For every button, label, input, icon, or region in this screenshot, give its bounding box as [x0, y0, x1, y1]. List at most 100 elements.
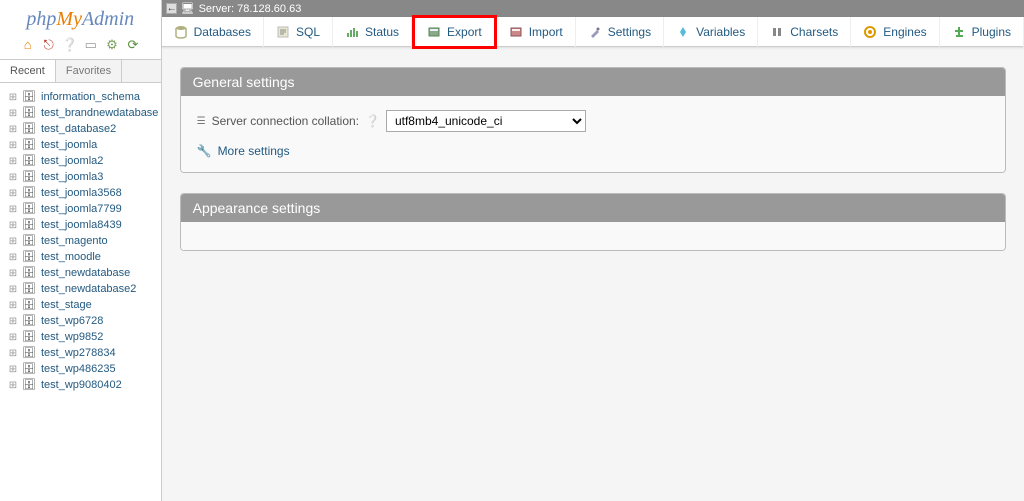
- wrench-icon: 🔧: [197, 144, 212, 158]
- tree-expand-icon[interactable]: ⊞: [4, 124, 22, 135]
- database-name[interactable]: information_schema: [41, 91, 140, 103]
- database-icon: 🗄: [22, 218, 38, 232]
- collation-select[interactable]: utf8mb4_unicode_ci: [386, 110, 586, 132]
- tree-expand-icon[interactable]: ⊞: [4, 348, 22, 359]
- database-name[interactable]: test_magento: [41, 235, 108, 247]
- database-name[interactable]: test_wp6728: [41, 315, 103, 327]
- database-name[interactable]: test_stage: [41, 299, 92, 311]
- tree-expand-icon[interactable]: ⊞: [4, 92, 22, 103]
- database-node[interactable]: ⊞🗄test_joomla2: [4, 153, 161, 169]
- tab-status[interactable]: Status: [333, 17, 412, 47]
- status-icon: [345, 25, 359, 39]
- tree-expand-icon[interactable]: ⊞: [4, 364, 22, 375]
- tab-plugins[interactable]: Plugins: [940, 17, 1024, 47]
- tab-label: Import: [529, 25, 563, 39]
- tree-expand-icon[interactable]: ⊞: [4, 140, 22, 151]
- database-node[interactable]: ⊞🗄test_moodle: [4, 249, 161, 265]
- database-name[interactable]: test_brandnewdatabase: [41, 107, 158, 119]
- database-node[interactable]: ⊞🗄test_joomla: [4, 137, 161, 153]
- database-node[interactable]: ⊞🗄test_joomla7799: [4, 201, 161, 217]
- tree-expand-icon[interactable]: ⊞: [4, 268, 22, 279]
- sql-icon: [276, 25, 290, 39]
- tree-expand-icon[interactable]: ⊞: [4, 284, 22, 295]
- logo[interactable]: phpMyAdmin: [0, 0, 161, 35]
- database-node[interactable]: ⊞🗄test_wp486235: [4, 361, 161, 377]
- tab-databases[interactable]: Databases: [162, 17, 264, 47]
- database-icon: 🗄: [22, 378, 38, 392]
- tab-settings[interactable]: Settings: [576, 17, 664, 47]
- settings-icon: [588, 25, 602, 39]
- database-node[interactable]: ⊞🗄test_newdatabase2: [4, 281, 161, 297]
- database-name[interactable]: test_joomla2: [41, 155, 103, 167]
- tree-expand-icon[interactable]: ⊞: [4, 316, 22, 327]
- tab-sql[interactable]: SQL: [264, 17, 333, 47]
- database-node[interactable]: ⊞🗄test_joomla3568: [4, 185, 161, 201]
- database-name[interactable]: test_joomla3568: [41, 187, 122, 199]
- tab-engines[interactable]: Engines: [851, 17, 939, 47]
- tree-expand-icon[interactable]: ⊞: [4, 188, 22, 199]
- main-tabs: Databases SQL StatusExport Import SettingsVa…: [162, 17, 1024, 47]
- more-settings-link[interactable]: 🔧 More settings: [197, 144, 989, 158]
- database-name[interactable]: test_wp9080402: [41, 379, 122, 391]
- tab-export[interactable]: Export: [412, 15, 497, 49]
- tree-expand-icon[interactable]: ⊞: [4, 108, 22, 119]
- tree-expand-icon[interactable]: ⊞: [4, 236, 22, 247]
- tree-expand-icon[interactable]: ⊞: [4, 380, 22, 391]
- database-name[interactable]: test_newdatabase2: [41, 283, 136, 295]
- database-icon: 🗄: [22, 90, 38, 104]
- database-node[interactable]: ⊞🗄test_joomla8439: [4, 217, 161, 233]
- database-node[interactable]: ⊞🗄test_database2: [4, 121, 161, 137]
- database-node[interactable]: ⊞🗄test_brandnewdatabase: [4, 105, 161, 121]
- database-node[interactable]: ⊞🗄test_magento: [4, 233, 161, 249]
- tab-charsets[interactable]: Charsets: [758, 17, 851, 47]
- database-name[interactable]: test_wp278834: [41, 347, 116, 359]
- database-name[interactable]: test_joomla: [41, 139, 97, 151]
- database-node[interactable]: ⊞🗄test_wp9080402: [4, 377, 161, 393]
- appearance-settings-title: Appearance settings: [181, 194, 1005, 222]
- tab-label: SQL: [296, 25, 320, 39]
- database-name[interactable]: test_moodle: [41, 251, 101, 263]
- tree-expand-icon[interactable]: ⊞: [4, 220, 22, 231]
- sql-icon[interactable]: ▭: [83, 37, 99, 53]
- database-name[interactable]: test_joomla7799: [41, 203, 122, 215]
- home-icon[interactable]: ⌂: [20, 37, 36, 53]
- tree-expand-icon[interactable]: ⊞: [4, 332, 22, 343]
- reload-icon[interactable]: ⟳: [125, 37, 141, 53]
- database-node[interactable]: ⊞🗄information_schema: [4, 89, 161, 105]
- logout-icon[interactable]: ⎋: [41, 37, 57, 53]
- sidebar-collapse-button[interactable]: ←: [166, 3, 177, 14]
- tree-expand-icon[interactable]: ⊞: [4, 252, 22, 263]
- database-name[interactable]: test_newdatabase: [41, 267, 130, 279]
- quick-icons: ⌂ ⎋ ❔ ▭ ⚙ ⟳: [0, 35, 161, 59]
- database-node[interactable]: ⊞🗄test_newdatabase: [4, 265, 161, 281]
- appearance-settings-body: [181, 222, 1005, 250]
- database-icon: 🗄: [22, 154, 38, 168]
- database-name[interactable]: test_joomla3: [41, 171, 103, 183]
- docs-icon[interactable]: ❔: [62, 37, 78, 53]
- tree-expand-icon[interactable]: ⊞: [4, 204, 22, 215]
- tab-import[interactable]: Import: [497, 17, 576, 47]
- database-name[interactable]: test_wp9852: [41, 331, 103, 343]
- database-name[interactable]: test_wp486235: [41, 363, 116, 375]
- database-node[interactable]: ⊞🗄test_wp278834: [4, 345, 161, 361]
- help-icon[interactable]: ❔: [365, 114, 380, 128]
- settings-icon[interactable]: ⚙: [104, 37, 120, 53]
- database-name[interactable]: test_joomla8439: [41, 219, 122, 231]
- tree-expand-icon[interactable]: ⊞: [4, 156, 22, 167]
- sidebar-tab-recent[interactable]: Recent: [0, 60, 56, 82]
- database-icon: 🗄: [22, 122, 38, 136]
- database-icon: 🗄: [22, 330, 38, 344]
- database-node[interactable]: ⊞🗄test_wp9852: [4, 329, 161, 345]
- sidebar-tab-favorites[interactable]: Favorites: [56, 60, 122, 82]
- tree-expand-icon[interactable]: ⊞: [4, 172, 22, 183]
- tree-expand-icon[interactable]: ⊞: [4, 300, 22, 311]
- sidebar: phpMyAdmin ⌂ ⎋ ❔ ▭ ⚙ ⟳ Recent Favorites …: [0, 0, 162, 501]
- database-name[interactable]: test_database2: [41, 123, 116, 135]
- database-node[interactable]: ⊞🗄test_stage: [4, 297, 161, 313]
- database-node[interactable]: ⊞🗄test_joomla3: [4, 169, 161, 185]
- more-settings-label: More settings: [218, 144, 290, 158]
- database-node[interactable]: ⊞🗄test_wp6728: [4, 313, 161, 329]
- general-settings-title: General settings: [181, 68, 1005, 96]
- tab-variables[interactable]: Variables: [664, 17, 758, 47]
- general-settings-panel: General settings ☰ Server connection col…: [180, 67, 1006, 173]
